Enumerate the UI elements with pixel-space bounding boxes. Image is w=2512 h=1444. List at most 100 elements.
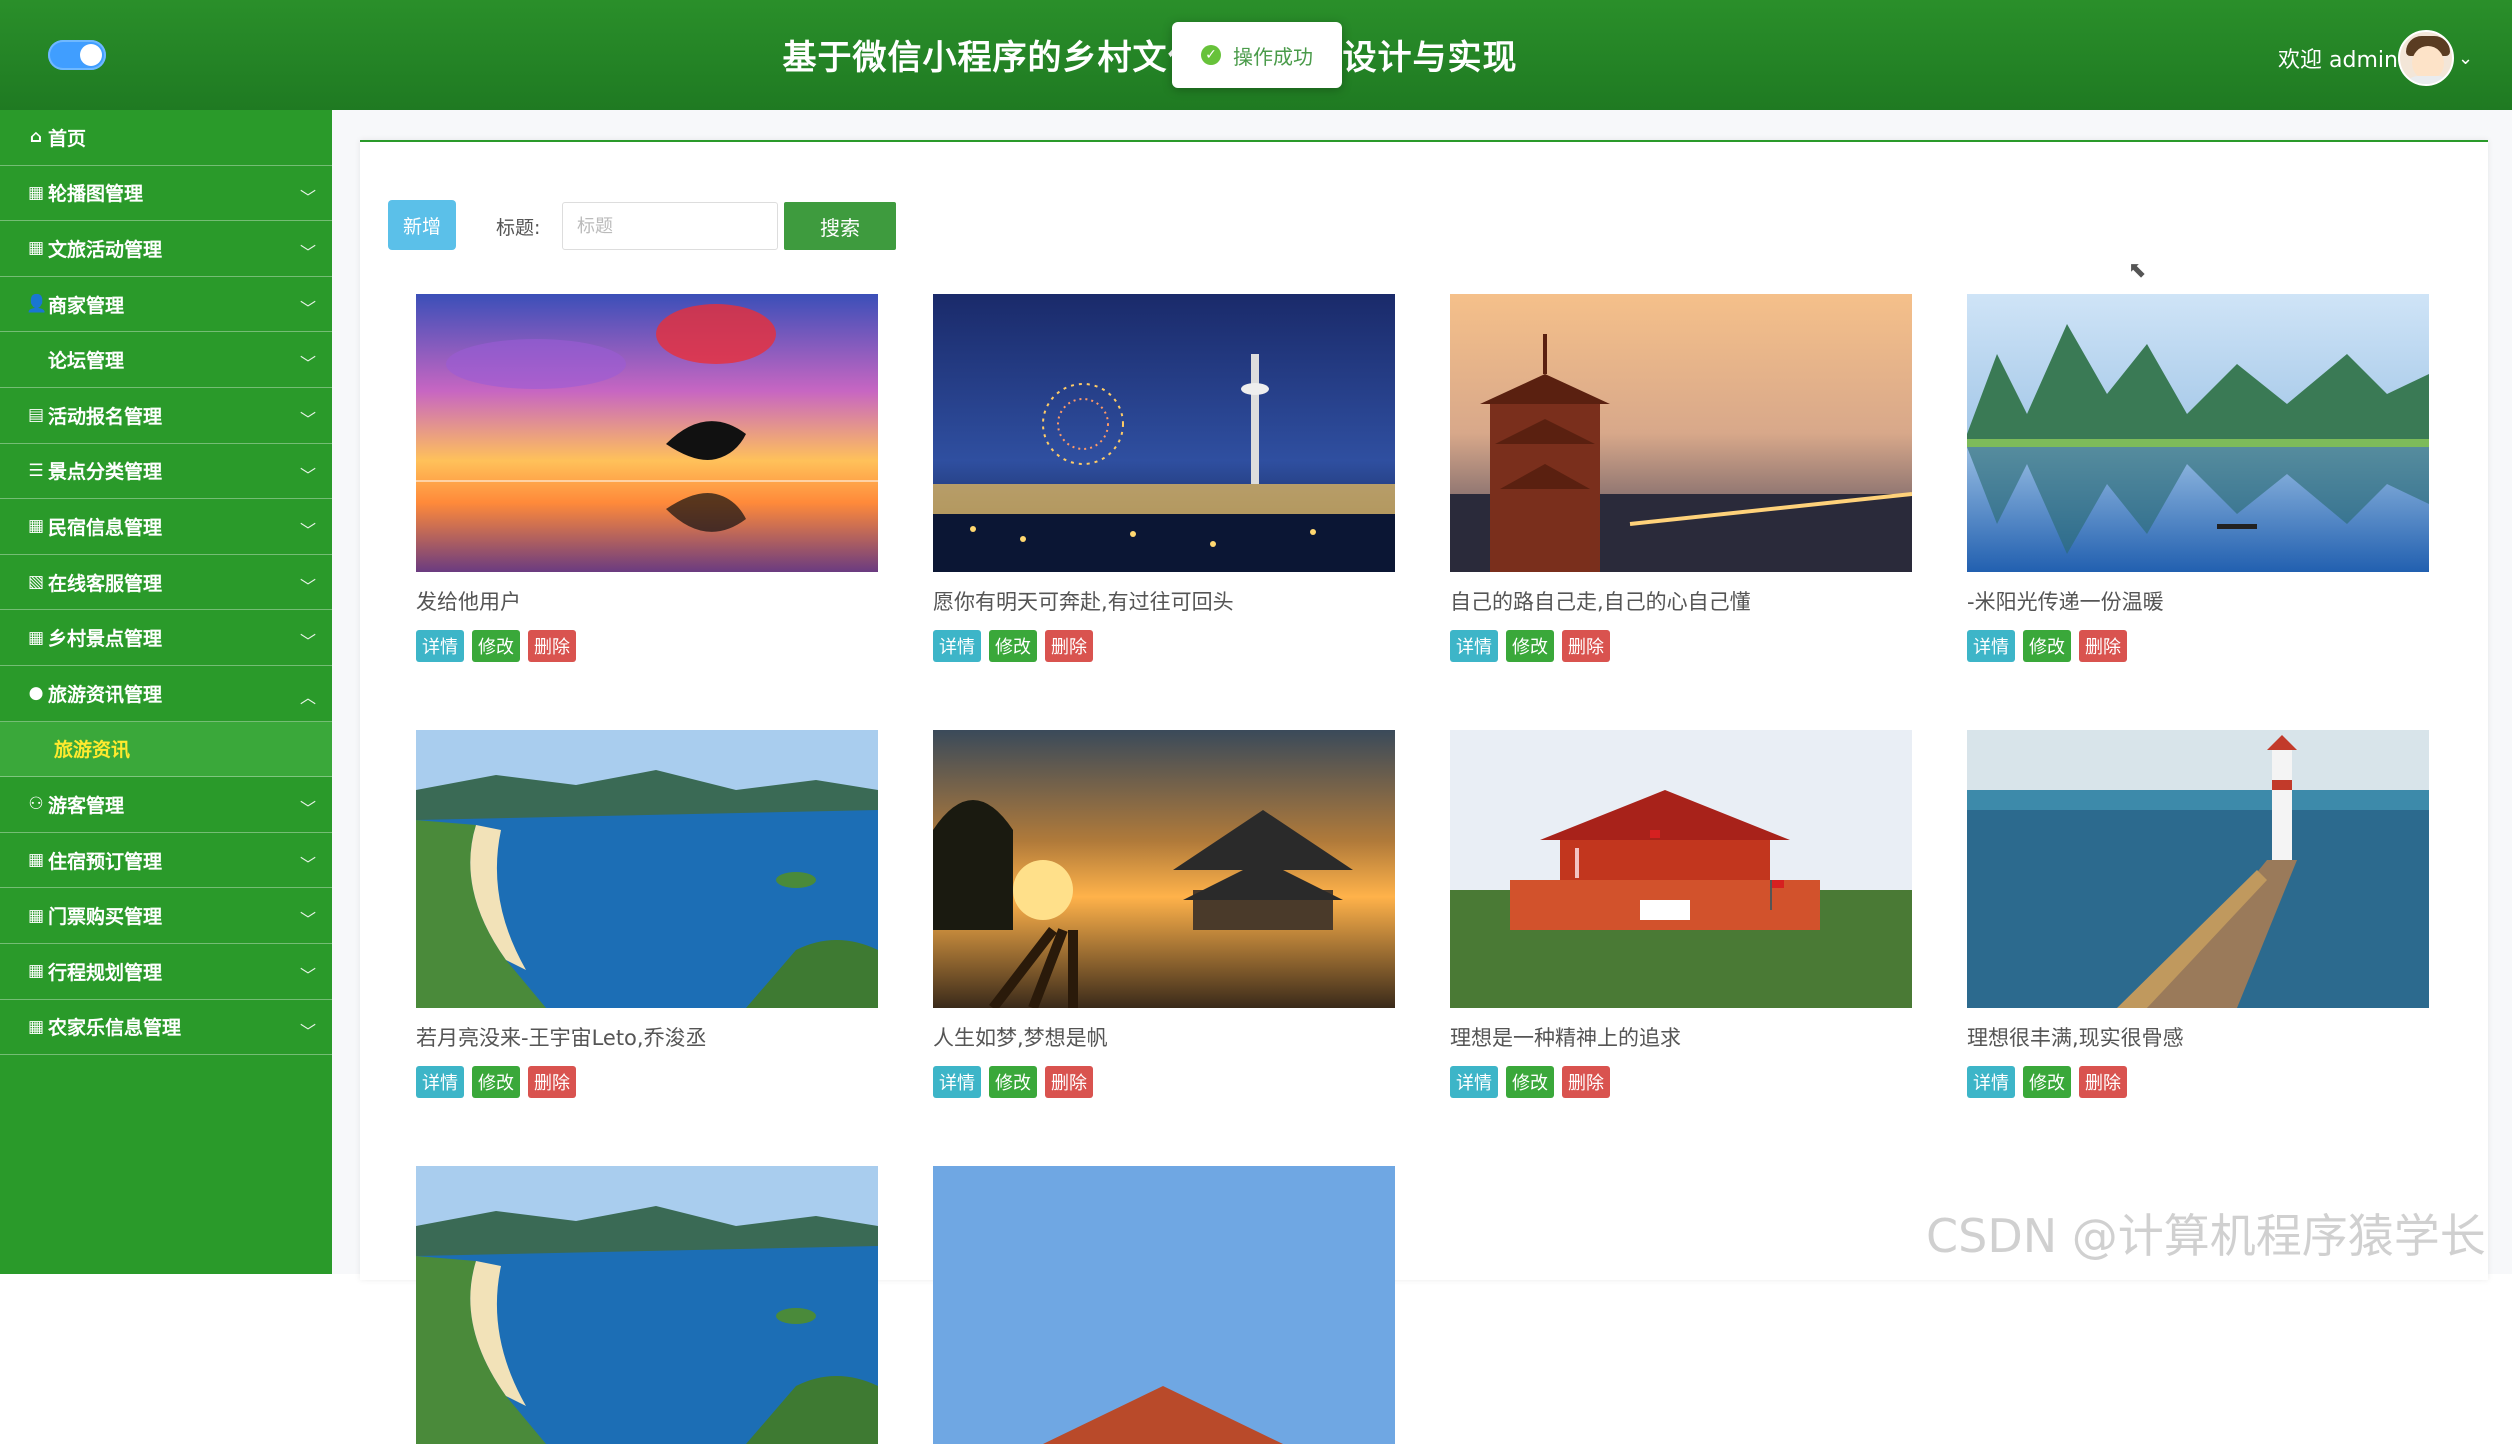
sidebar-item-1[interactable]: ▦ 轮播图管理 ﹀	[0, 166, 332, 222]
sidebar-item-11[interactable]: ⚇ 游客管理 ﹀	[0, 777, 332, 833]
news-thumbnail[interactable]	[416, 1166, 878, 1444]
chevron-down-icon: ﹀	[299, 854, 316, 874]
sidebar-item-3[interactable]: 👤 商家管理 ﹀	[0, 277, 332, 333]
news-card: 理想很丰满,现实很骨感详情 修改 删除	[1967, 730, 2429, 1098]
news-thumbnail[interactable]	[1450, 730, 1912, 1008]
sidebar-item-label: 游客管理	[48, 794, 125, 817]
news-card: 愿你有明天可奔赴,有过往可回头 详情 修改 删除	[933, 294, 1395, 662]
delete-button[interactable]: 删除	[1562, 1066, 1610, 1098]
news-thumbnail[interactable]	[933, 294, 1395, 572]
sidebar-item-8[interactable]: ▧ 在线客服管理 ﹀	[0, 555, 332, 611]
news-thumbnail[interactable]	[1450, 294, 1912, 572]
toast-message: 操作成功	[1233, 44, 1313, 69]
delete-button[interactable]: 删除	[528, 630, 576, 662]
card-actions: 详情 修改 删除	[1450, 630, 1912, 662]
chevron-down-icon: ﹀	[299, 521, 316, 541]
news-card: 人生如梦,梦想是帆详情 修改 删除	[933, 730, 1395, 1098]
sidebar-item-5[interactable]: ▤ 活动报名管理 ﹀	[0, 388, 332, 444]
delete-button[interactable]: 删除	[1562, 630, 1610, 662]
news-thumbnail[interactable]	[1967, 730, 2429, 1008]
grid-icon: ▦	[27, 905, 45, 926]
title-filter-label: 标题:	[496, 217, 541, 239]
delete-button[interactable]: 删除	[1045, 1066, 1093, 1098]
news-thumbnail[interactable]	[416, 294, 878, 572]
news-card: 若月亮没来-王宇宙Leto,乔浚丞详情 修改 删除	[416, 730, 878, 1098]
sidebar-item-9[interactable]: ▦ 乡村景点管理 ﹀	[0, 610, 332, 666]
delete-button[interactable]: 删除	[2079, 1066, 2127, 1098]
news-card: 自己的路自己走,自己的心自己懂 详情 修改 删除	[1450, 294, 1912, 662]
news-card: 发给他用户 详情 修改 删除	[416, 294, 878, 662]
sidebar-item-label: 民宿信息管理	[48, 516, 163, 539]
delete-button[interactable]: 删除	[1045, 630, 1093, 662]
search-button[interactable]: 搜索	[784, 202, 896, 250]
sidebar-item-14[interactable]: ▦ 行程规划管理 ﹀	[0, 944, 332, 1000]
news-card: -米阳光传递一份温暖详情 修改 删除	[1967, 294, 2429, 662]
news-thumbnail[interactable]	[416, 730, 878, 1008]
news-thumbnail[interactable]	[1967, 294, 2429, 572]
sidebar-item-label: 论坛管理	[48, 350, 125, 373]
sidebar-item-0[interactable]: ⌂ 首页	[0, 110, 332, 166]
news-thumbnail[interactable]	[933, 1166, 1395, 1444]
sidebar-item-15[interactable]: ▦ 农家乐信息管理 ﹀	[0, 1000, 332, 1056]
news-title: -米阳光传递一份温暖	[1967, 590, 2164, 614]
news-title: 理想很丰满,现实很骨感	[1967, 1026, 2184, 1050]
detail-button[interactable]: 详情	[933, 1066, 981, 1098]
chevron-down-icon: ﹀	[299, 298, 316, 318]
sidebar-item-label: 乡村景点管理	[48, 628, 163, 651]
news-title: 理想是一种精神上的追求	[1450, 1026, 1681, 1050]
edit-button[interactable]: 修改	[2023, 630, 2071, 662]
submenu-item-travel-news[interactable]: 旅游资讯	[0, 721, 332, 778]
sidebar-item-label: 旅游资讯管理	[48, 683, 163, 706]
detail-button[interactable]: 详情	[1967, 1066, 2015, 1098]
sidebar-item-label: 农家乐信息管理	[48, 1017, 182, 1040]
edit-button[interactable]: 修改	[989, 1066, 1037, 1098]
avatar[interactable]	[2398, 30, 2454, 86]
welcome-text: 欢迎 admin	[2278, 48, 2398, 73]
title-search-input[interactable]	[562, 202, 778, 250]
edit-button[interactable]: 修改	[1506, 630, 1554, 662]
sidebar-item-label: 景点分类管理	[48, 461, 163, 484]
detail-button[interactable]: 详情	[1450, 1066, 1498, 1098]
content-panel: 新增 标题: 搜索 发给他用户详情修改删除愿你有明天可奔赴,有过往可回头详情修改…	[360, 140, 2488, 1444]
news-thumbnail[interactable]	[933, 730, 1395, 1008]
success-toast: ✓ 操作成功	[1172, 22, 1342, 88]
sidebar-item-13[interactable]: ▦ 门票购买管理 ﹀	[0, 888, 332, 944]
sidebar-item-10[interactable]: ● 旅游资讯管理 ︿	[0, 666, 332, 722]
delete-button[interactable]: 删除	[2079, 630, 2127, 662]
sidebar-item-6[interactable]: ☰ 景点分类管理 ﹀	[0, 444, 332, 500]
news-title: 人生如梦,梦想是帆	[933, 1026, 1108, 1050]
edit-button[interactable]: 修改	[989, 630, 1037, 662]
printer-icon: ▤	[27, 405, 45, 426]
edit-button[interactable]: 修改	[2023, 1066, 2071, 1098]
sidebar-item-4[interactable]: 论坛管理 ﹀	[0, 332, 332, 388]
detail-button[interactable]: 详情	[416, 630, 464, 662]
add-button[interactable]: 新增	[388, 200, 456, 250]
detail-button[interactable]: 详情	[416, 1066, 464, 1098]
detail-button[interactable]: 详情	[933, 630, 981, 662]
chevron-down-icon: ﹀	[299, 409, 316, 429]
sidebar-item-7[interactable]: ▦ 民宿信息管理 ﹀	[0, 499, 332, 555]
sidebar-item-label: 商家管理	[48, 294, 125, 317]
chevron-down-icon: ﹀	[299, 187, 316, 207]
detail-button[interactable]: 详情	[1450, 630, 1498, 662]
sidebar-item-label: 行程规划管理	[48, 961, 163, 984]
chevron-down-icon: ﹀	[299, 465, 316, 485]
detail-button[interactable]: 详情	[1967, 630, 2015, 662]
drop-icon: ●	[28, 683, 44, 704]
edit-button[interactable]: 修改	[472, 1066, 520, 1098]
sidebar-item-2[interactable]: ▦ 文旅活动管理 ﹀	[0, 221, 332, 277]
card-actions: 详情 修改 删除	[933, 1066, 1395, 1098]
edit-button[interactable]: 修改	[472, 630, 520, 662]
card-actions: 详情 修改 删除	[933, 630, 1395, 662]
delete-button[interactable]: 删除	[528, 1066, 576, 1098]
news-title: 若月亮没来-王宇宙Leto,乔浚丞	[416, 1026, 707, 1050]
edit-button[interactable]: 修改	[1506, 1066, 1554, 1098]
sidebar-item-label: 文旅活动管理	[48, 238, 163, 261]
check-circle-icon: ✓	[1201, 45, 1221, 65]
grid-icon: ▦	[27, 182, 45, 203]
sidebar-item-label: 轮播图管理	[48, 183, 144, 206]
sidebar-item-12[interactable]: ▦ 住宿预订管理 ﹀	[0, 833, 332, 889]
chevron-down-icon[interactable]: ⌄	[2458, 48, 2473, 69]
grid-icon: ▦	[27, 516, 45, 537]
card-actions: 详情 修改 删除	[1450, 1066, 1912, 1098]
